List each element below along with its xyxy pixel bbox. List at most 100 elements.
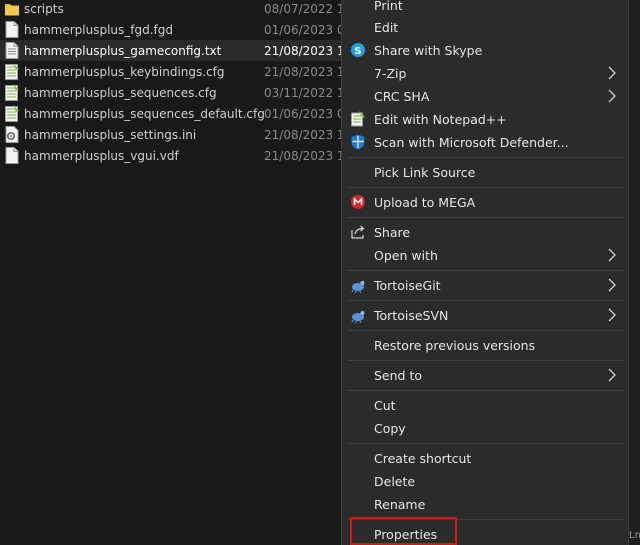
file-row-sequences-default[interactable]: hammerplusplus_sequences_default.cfg 01/…	[0, 103, 345, 124]
notepadpp-icon	[351, 111, 365, 127]
properties-highlight-box	[350, 517, 457, 545]
file-date: 08/07/2022 1	[264, 1, 345, 16]
folder-icon	[5, 4, 19, 16]
menu-item-create-shortcut[interactable]: Create shortcut	[342, 447, 628, 469]
menu-item-pick-link-source[interactable]: Pick Link Source	[342, 161, 628, 183]
chevron-right-icon	[608, 278, 616, 292]
menu-item-label: TortoiseSVN	[374, 307, 449, 323]
file-icon	[5, 42, 19, 59]
chevron-right-icon	[608, 308, 616, 322]
file-name: hammerplusplus_gameconfig.txt	[24, 43, 222, 58]
menu-separator	[348, 217, 624, 218]
menu-item-label: 7-Zip	[374, 65, 407, 81]
chevron-right-icon	[608, 66, 616, 80]
file-row-fgd[interactable]: hammerplusplus_fgd.fgd 01/06/2023 0	[0, 19, 345, 40]
menu-item-share-skype[interactable]: S Share with Skype	[342, 39, 628, 61]
background-window-edge: Ln	[629, 0, 640, 545]
file-list: scripts 08/07/2022 1 hammerplusplus_fgd.…	[0, 0, 345, 545]
chevron-right-icon	[608, 368, 616, 382]
menu-item-label: Pick Link Source	[374, 164, 476, 180]
file-name: hammerplusplus_keybindings.cfg	[24, 64, 225, 79]
menu-item-crc-sha[interactable]: CRC SHA	[342, 85, 628, 107]
file-name: scripts	[24, 1, 64, 16]
menu-item-open-with[interactable]: Open with	[342, 244, 628, 266]
file-row-settings[interactable]: hammerplusplus_settings.ini 21/08/2023 1	[0, 124, 345, 145]
file-icon	[5, 147, 19, 164]
menu-item-7zip[interactable]: 7-Zip	[342, 62, 628, 84]
menu-item-edit[interactable]: Edit	[342, 16, 628, 38]
tortoisegit-icon	[351, 281, 365, 293]
file-row-scripts[interactable]: scripts 08/07/2022 1	[0, 0, 345, 19]
menu-item-send-to[interactable]: Send to	[342, 364, 628, 386]
menu-item-cut[interactable]: Cut	[342, 394, 628, 416]
file-name: hammerplusplus_sequences_default.cfg	[24, 106, 265, 121]
notepadpp-file-icon	[5, 84, 19, 101]
menu-item-label: Delete	[374, 473, 416, 489]
file-row-keybindings[interactable]: hammerplusplus_keybindings.cfg 21/08/202…	[0, 61, 345, 82]
menu-item-restore-versions[interactable]: Restore previous versions	[342, 334, 628, 356]
menu-item-defender[interactable]: Scan with Microsoft Defender...	[342, 131, 628, 153]
menu-separator	[348, 270, 624, 271]
file-row-vgui[interactable]: hammerplusplus_vgui.vdf 21/08/2023 1	[0, 145, 345, 166]
tortoisesvn-icon	[351, 311, 365, 323]
menu-item-label: Print	[374, 0, 403, 13]
chevron-right-icon	[608, 89, 616, 103]
file-icon	[5, 21, 19, 38]
file-date: 21/08/2023 1	[264, 64, 345, 79]
menu-separator	[348, 443, 624, 444]
menu-separator	[348, 330, 624, 331]
menu-item-notepadpp[interactable]: Edit with Notepad++	[342, 108, 628, 130]
file-name: hammerplusplus_fgd.fgd	[24, 22, 174, 37]
menu-item-mega[interactable]: Upload to MEGA	[342, 191, 628, 213]
menu-separator	[348, 300, 624, 301]
menu-item-label: Send to	[374, 367, 423, 383]
menu-separator	[348, 360, 624, 361]
file-date: 01/06/2023 0	[264, 22, 345, 37]
menu-item-tortoisesvn[interactable]: TortoiseSVN	[342, 304, 628, 326]
menu-item-label: Share	[374, 224, 411, 240]
file-date: 21/08/2023 1	[264, 43, 345, 58]
editor-status-text: Ln	[629, 530, 640, 541]
menu-item-label: Cut	[374, 397, 396, 413]
skype-icon: S	[351, 43, 365, 57]
settings-file-icon	[5, 126, 19, 143]
notepadpp-file-icon	[5, 105, 19, 122]
menu-item-label: Share with Skype	[374, 42, 483, 58]
menu-item-label: Upload to MEGA	[374, 194, 476, 210]
menu-item-label: CRC SHA	[374, 88, 430, 104]
mega-icon	[351, 195, 365, 209]
defender-shield-icon	[351, 134, 365, 150]
file-date: 21/08/2023 1	[264, 148, 345, 163]
menu-item-label: Copy	[374, 420, 406, 436]
menu-item-share[interactable]: Share	[342, 221, 628, 243]
chevron-right-icon	[608, 248, 616, 262]
menu-item-label: Edit	[374, 19, 399, 35]
share-icon	[351, 225, 365, 239]
menu-item-label: TortoiseGit	[374, 277, 441, 293]
notepadpp-file-icon	[5, 63, 19, 80]
file-name: hammerplusplus_vgui.vdf	[24, 148, 179, 163]
menu-separator	[348, 187, 624, 188]
context-menu: Print Edit S Share with Skype 7-Zip CRC …	[341, 0, 629, 545]
menu-separator	[348, 157, 624, 158]
file-row-gameconfig[interactable]: hammerplusplus_gameconfig.txt 21/08/2023…	[0, 40, 345, 61]
menu-item-print[interactable]: Print	[342, 0, 628, 16]
menu-item-label: Open with	[374, 247, 438, 263]
menu-item-label: Edit with Notepad++	[374, 111, 507, 127]
file-date: 21/08/2023 1	[264, 127, 345, 142]
menu-item-label: Scan with Microsoft Defender...	[374, 134, 569, 150]
menu-item-copy[interactable]: Copy	[342, 417, 628, 439]
menu-item-rename[interactable]: Rename	[342, 493, 628, 515]
menu-item-tortoisegit[interactable]: TortoiseGit	[342, 274, 628, 296]
file-date: 03/11/2022 1	[264, 85, 345, 100]
file-date: 01/06/2023 0	[264, 106, 345, 121]
menu-item-label: Create shortcut	[374, 450, 472, 466]
menu-item-label: Restore previous versions	[374, 337, 536, 353]
menu-item-label: Rename	[374, 496, 426, 512]
file-name: hammerplusplus_settings.ini	[24, 127, 197, 142]
svg-text:S: S	[354, 46, 361, 57]
file-row-sequences[interactable]: hammerplusplus_sequences.cfg 03/11/2022 …	[0, 82, 345, 103]
file-name: hammerplusplus_sequences.cfg	[24, 85, 217, 100]
menu-separator	[348, 390, 624, 391]
menu-item-delete[interactable]: Delete	[342, 470, 628, 492]
